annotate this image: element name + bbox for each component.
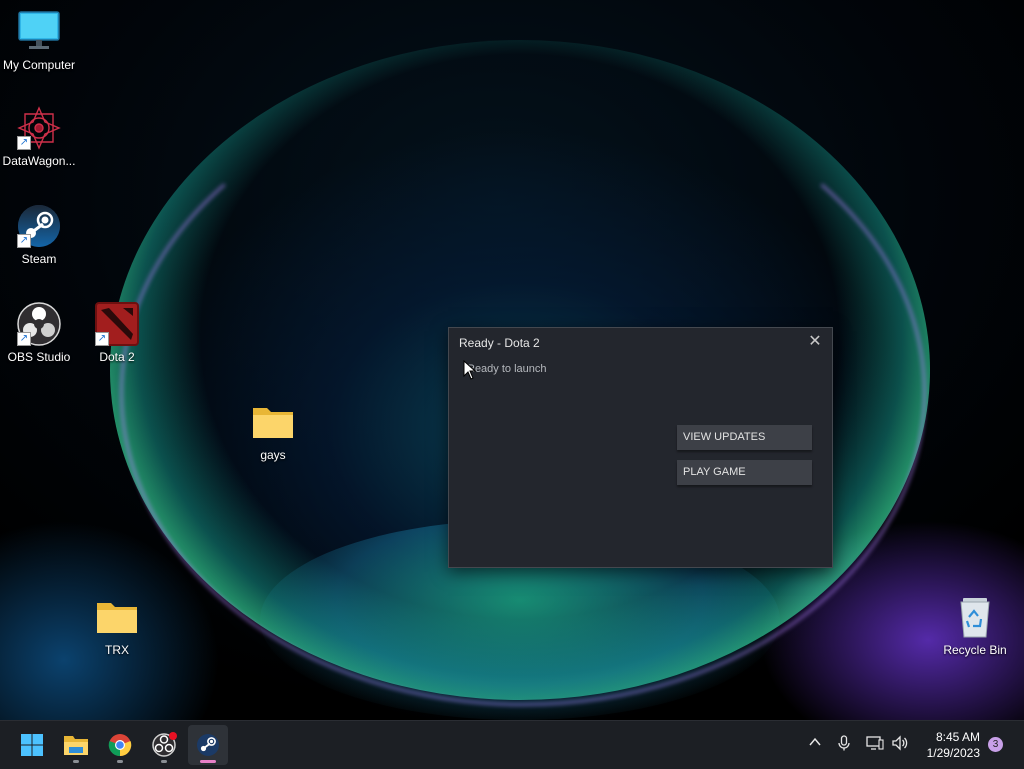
desktop-icon-recycle-bin[interactable]: Recycle Bin — [936, 595, 1014, 657]
taskbar-file-explorer[interactable] — [56, 725, 96, 765]
desktop-icon-datawagon[interactable]: ↗ DataWagon... — [0, 106, 78, 168]
desktop-icon-label: Steam — [21, 252, 57, 266]
view-updates-button[interactable]: VIEW UPDATES — [677, 425, 812, 450]
active-indicator — [200, 760, 216, 763]
desktop-icon-label: OBS Studio — [7, 350, 71, 364]
monitor-icon — [17, 10, 61, 54]
clock-time: 8:45 AM — [935, 730, 980, 744]
running-indicator — [161, 760, 167, 763]
taskbar-obs[interactable] — [144, 725, 184, 765]
start-button[interactable] — [12, 725, 52, 765]
desktop-icon-label: TRX — [105, 643, 129, 657]
microphone-icon[interactable] — [837, 735, 851, 754]
chevron-up-icon[interactable] — [808, 735, 822, 752]
datawagon-icon: ↗ — [17, 106, 61, 150]
play-game-button[interactable]: PLAY GAME — [677, 460, 812, 485]
steam-icon: ↗ — [17, 204, 61, 248]
network-icon[interactable] — [866, 735, 884, 754]
dota2-icon: ↗ — [95, 302, 139, 346]
desktop-icon-folder-gays[interactable]: gays — [234, 400, 312, 462]
close-button[interactable]: ✕ — [806, 333, 824, 351]
taskbar: 8:45 AM 1/29/2023 3 — [0, 720, 1024, 769]
shortcut-arrow-icon: ↗ — [17, 234, 31, 248]
notification-badge[interactable]: 3 — [988, 737, 1003, 752]
desktop-icon-label: DataWagon... — [2, 154, 76, 168]
running-indicator — [73, 760, 79, 763]
shortcut-arrow-icon: ↗ — [95, 332, 109, 346]
clock-date: 1/29/2023 — [926, 746, 980, 760]
shortcut-arrow-icon: ↗ — [17, 136, 31, 150]
start-icon — [21, 734, 43, 756]
shortcut-arrow-icon: ↗ — [17, 332, 31, 346]
folder-icon — [251, 400, 295, 444]
steam-ready-dialog: Ready - Dota 2 ✕ Ready to launch VIEW UP… — [448, 327, 833, 568]
desktop-icon-label: My Computer — [2, 58, 76, 72]
desktop-icon-label: gays — [260, 448, 286, 462]
recycle-bin-icon — [953, 595, 997, 639]
desktop-icon-folder-trx[interactable]: TRX — [78, 595, 156, 657]
desktop-icon-label: Recycle Bin — [943, 643, 1007, 657]
desktop-icon-my-computer[interactable]: My Computer — [0, 10, 78, 72]
folder-icon — [95, 595, 139, 639]
desktop-icon-label: Dota 2 — [99, 350, 135, 364]
obs-icon — [152, 732, 177, 757]
launch-status-text: Ready to launch — [467, 363, 547, 375]
mouse-cursor-icon — [463, 360, 477, 380]
speaker-icon[interactable] — [891, 735, 909, 754]
taskbar-steam[interactable] — [188, 725, 228, 765]
desktop-icon-dota-2[interactable]: ↗ Dota 2 — [78, 302, 156, 364]
desktop-icon-steam[interactable]: ↗ Steam — [0, 204, 78, 266]
chrome-icon — [108, 734, 132, 757]
steam-icon — [197, 734, 219, 756]
file-explorer-icon — [64, 736, 88, 755]
obs-icon: ↗ — [17, 302, 61, 346]
clock[interactable]: 8:45 AM 1/29/2023 — [918, 729, 980, 761]
dialog-title: Ready - Dota 2 — [459, 336, 540, 350]
running-indicator — [117, 760, 123, 763]
desktop-icon-obs-studio[interactable]: ↗ OBS Studio — [0, 302, 78, 364]
taskbar-chrome[interactable] — [100, 725, 140, 765]
